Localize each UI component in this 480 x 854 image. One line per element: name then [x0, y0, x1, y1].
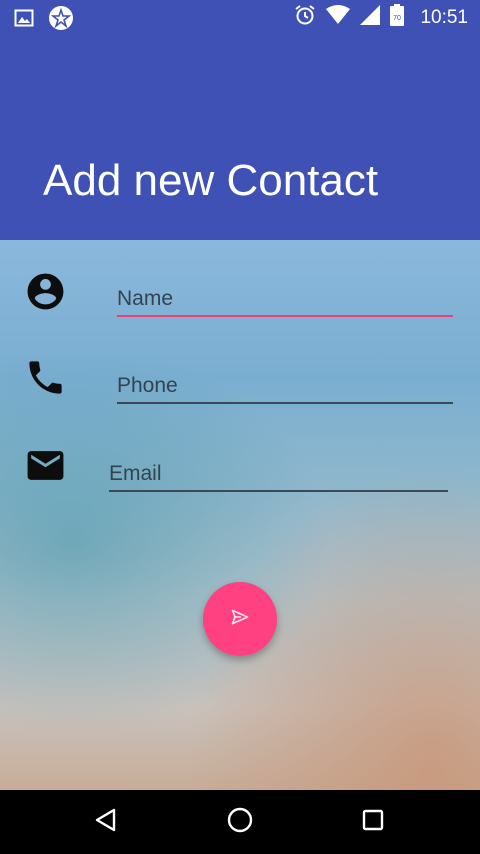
- form-area: [0, 240, 480, 790]
- name-input[interactable]: [117, 281, 453, 317]
- name-underline: [117, 315, 453, 317]
- app-icon: [48, 5, 74, 36]
- name-field[interactable]: [117, 281, 453, 317]
- navigation-bar: [0, 790, 480, 854]
- email-input[interactable]: [109, 456, 448, 492]
- email-underline: [109, 490, 448, 492]
- phone-icon: [24, 356, 67, 404]
- battery-icon: 70: [390, 4, 405, 31]
- phone-input[interactable]: [117, 368, 453, 404]
- phone-field[interactable]: [117, 368, 453, 404]
- page-title: Add new Contact: [43, 156, 379, 205]
- image-icon: [14, 8, 34, 33]
- email-field[interactable]: [109, 456, 448, 492]
- signal-icon: [360, 5, 381, 30]
- battery-level: 70: [394, 15, 402, 22]
- recents-icon: [361, 808, 385, 837]
- back-icon: [93, 807, 119, 838]
- status-bar: 70 10:51: [0, 0, 480, 34]
- phone-underline: [117, 402, 453, 404]
- home-icon: [226, 806, 254, 839]
- back-button[interactable]: [90, 806, 122, 838]
- recents-button[interactable]: [357, 806, 389, 838]
- person-icon: [24, 270, 67, 318]
- clock: 10:51: [420, 6, 468, 28]
- send-icon: [230, 607, 250, 632]
- send-button[interactable]: [203, 582, 277, 656]
- wifi-icon: [326, 5, 351, 30]
- home-button[interactable]: [224, 806, 256, 838]
- alarm-icon: [294, 4, 316, 31]
- app-bar: 70 10:51 Add new Contact: [0, 0, 480, 240]
- email-icon: [24, 444, 67, 492]
